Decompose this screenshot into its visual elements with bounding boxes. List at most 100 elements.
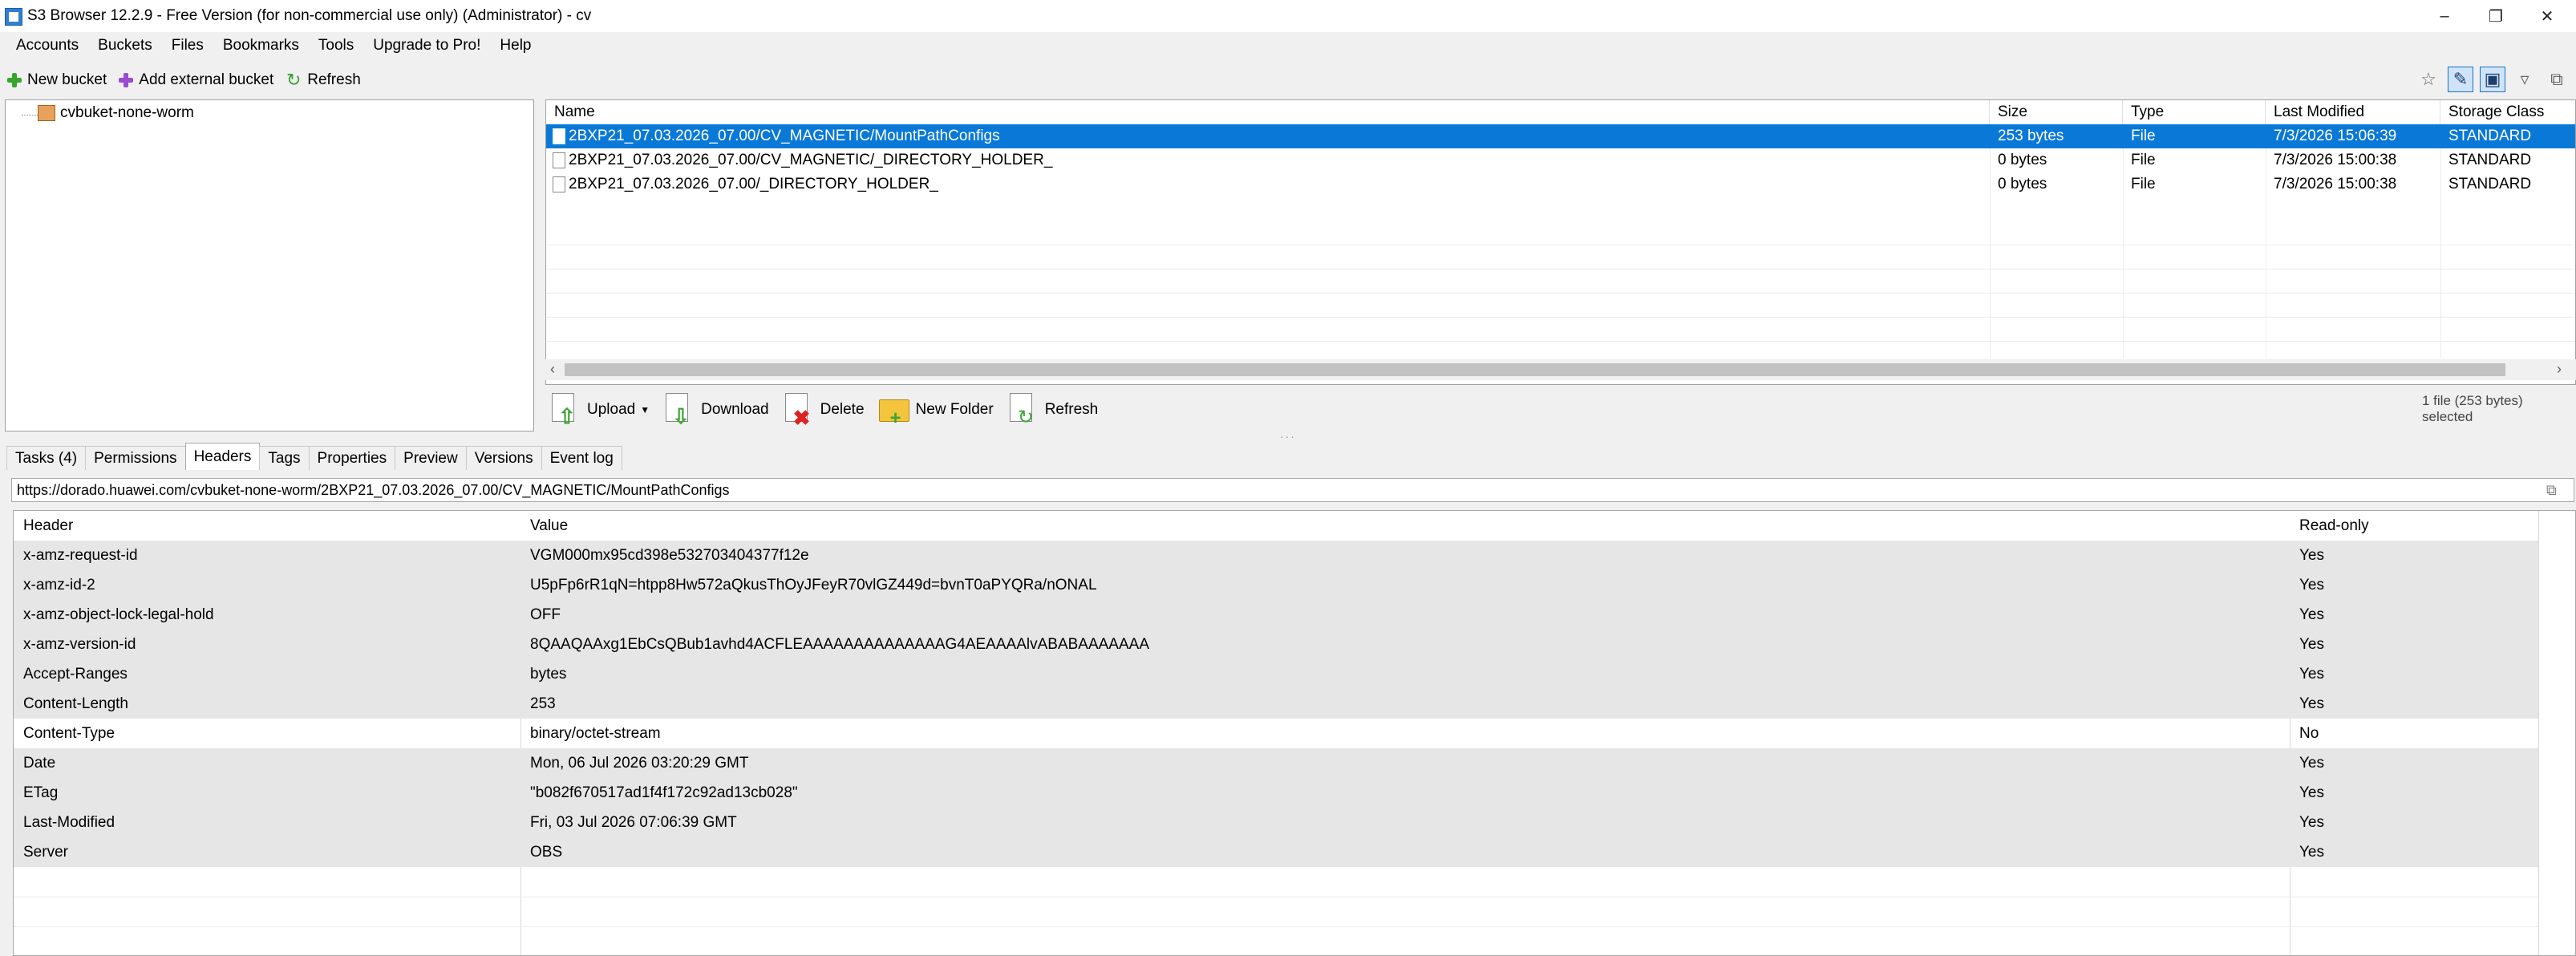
tab-event-log[interactable]: Event log <box>541 446 622 470</box>
table-row[interactable]: Server OBS Yes <box>14 837 2538 867</box>
download-button[interactable]: ⇩ Download <box>662 391 769 428</box>
add-external-bucket-button[interactable]: Add external bucket <box>118 71 273 89</box>
header-read-only: Yes <box>2299 844 2324 861</box>
file-list-header: Name Size Type Last Modified Storage Cla… <box>546 100 2575 124</box>
table-row[interactable]: x-amz-id-2 U5pFp6rR1qN=htpp8Hw572aQkusTh… <box>14 570 2538 600</box>
scroll-right-icon[interactable]: › <box>2557 361 2562 378</box>
header-value: Fri, 03 Jul 2026 07:06:39 GMT <box>530 814 737 831</box>
plus-icon <box>118 72 134 88</box>
tab-headers[interactable]: Headers <box>184 443 261 470</box>
table-row[interactable]: x-amz-object-lock-legal-hold OFF Yes <box>14 600 2538 630</box>
column-type[interactable]: Type <box>2123 100 2266 124</box>
header-value: U5pFp6rR1qN=htpp8Hw572aQkusThOyJFeyR70vl… <box>530 577 1097 593</box>
menu-accounts[interactable]: Accounts <box>6 32 88 59</box>
table-row[interactable]: Content-Type binary/octet-stream No <box>14 719 2538 748</box>
header-name: ETag <box>23 784 59 801</box>
header-value: 253 <box>530 695 556 712</box>
table-row[interactable]: Last-Modified Fri, 03 Jul 2026 07:06:39 … <box>14 808 2538 837</box>
dropdown-arrow-icon[interactable]: ▼ <box>640 404 650 415</box>
menu-upgrade[interactable]: Upgrade to Pro! <box>363 32 490 59</box>
table-row[interactable]: x-amz-request-id VGM000mx95cd398e5327034… <box>14 541 2538 570</box>
tree-item-bucket[interactable]: cvbuket-none-worm <box>60 104 194 122</box>
restore-button[interactable]: ❐ <box>2472 0 2520 32</box>
file-type: File <box>2131 176 2156 192</box>
minimize-button[interactable]: – <box>2420 0 2469 32</box>
refresh-buckets-button[interactable]: ↻ Refresh <box>285 71 361 89</box>
upload-icon: ⇧ <box>549 391 581 428</box>
table-row[interactable]: x-amz-version-id 8QAAQAAxg1EbCsQBub1avhd… <box>14 630 2538 659</box>
header-value: VGM000mx95cd398e532703404377f12e <box>530 547 809 564</box>
refresh-icon: ↻ <box>1007 391 1039 428</box>
header-value: OFF <box>530 606 561 623</box>
menu-buckets[interactable]: Buckets <box>88 32 162 59</box>
tab-tasks[interactable]: Tasks (4) <box>6 446 87 470</box>
tab-tags[interactable]: Tags <box>259 446 310 470</box>
star-icon[interactable]: ☆ <box>2416 67 2441 92</box>
url-field[interactable]: https://dorado.huawei.com/cvbuket-none-w… <box>11 478 2574 502</box>
header-read-only: No <box>2299 725 2319 742</box>
copy-icon[interactable]: ⧉ <box>2544 67 2570 92</box>
file-icon <box>553 152 565 168</box>
tab-properties[interactable]: Properties <box>308 446 396 470</box>
filter-icon[interactable]: ▿ <box>2512 67 2538 92</box>
column-storage-class[interactable]: Storage Class <box>2440 100 2575 124</box>
copy-url-icon[interactable]: ⧉ <box>2546 482 2564 498</box>
column-last-modified[interactable]: Last Modified <box>2266 100 2440 124</box>
file-name: 2BXP21_07.03.2026_07.00/CV_MAGNETIC/_DIR… <box>569 152 1053 168</box>
column-read-only[interactable]: Read-only <box>2290 511 2369 541</box>
file-row[interactable]: 2BXP21_07.03.2026_07.00/CV_MAGNETIC/_DIR… <box>546 148 2575 172</box>
header-read-only: Yes <box>2299 666 2324 683</box>
header-value: "b082f670517ad1f4f172c92ad13cb028" <box>530 784 798 801</box>
upload-label: Upload <box>587 401 636 418</box>
delete-icon: ✖ <box>782 391 814 428</box>
column-name[interactable]: Name <box>546 100 1990 124</box>
file-type: File <box>2131 128 2156 144</box>
refresh-files-button[interactable]: ↻ Refresh <box>1007 391 1098 428</box>
column-header[interactable]: Header <box>14 511 73 541</box>
url-text: https://dorado.huawei.com/cvbuket-none-w… <box>17 482 730 498</box>
new-folder-button[interactable]: + New Folder <box>877 391 994 429</box>
new-bucket-label: New bucket <box>27 71 107 88</box>
menu-bookmarks[interactable]: Bookmarks <box>213 32 309 59</box>
headers-table: Header Value Read-only x-amz-request-id … <box>13 510 2576 956</box>
file-name: 2BXP21_07.03.2026_07.00/_DIRECTORY_HOLDE… <box>569 176 938 192</box>
delete-button[interactable]: ✖ Delete <box>782 391 865 428</box>
file-size: 0 bytes <box>1998 176 2047 192</box>
horizontal-scrollbar[interactable]: ‹ › <box>545 359 2576 380</box>
file-row[interactable]: 2BXP21_07.03.2026_07.00/CV_MAGNETIC/Moun… <box>546 124 2575 148</box>
scrollbar-thumb[interactable] <box>565 363 2505 376</box>
download-icon: ⇩ <box>662 391 695 428</box>
scroll-left-icon[interactable]: ‹ <box>550 361 555 378</box>
edit-icon[interactable]: ✎ <box>2448 67 2473 92</box>
table-row[interactable]: Content-Length 253 Yes <box>14 689 2538 719</box>
header-read-only: Yes <box>2299 755 2324 772</box>
refresh-label: Refresh <box>307 71 361 88</box>
headers-table-header: Header Value Read-only <box>14 511 2538 541</box>
menu-files[interactable]: Files <box>162 32 213 59</box>
main-toolbar: New bucket Add external bucket ↻ Refresh <box>0 66 372 95</box>
file-modified: 7/3/2026 15:00:38 <box>2274 152 2397 168</box>
tab-permissions[interactable]: Permissions <box>85 446 186 470</box>
new-bucket-button[interactable]: New bucket <box>6 71 107 89</box>
view-options: ☆ ✎ ▣ ▿ ⧉ <box>2416 66 2570 93</box>
menu-tools[interactable]: Tools <box>309 32 363 59</box>
delete-label: Delete <box>820 401 865 418</box>
file-actions-bar: ⇧ Upload ▼ ⇩ Download ✖ Delete + New Fol… <box>549 388 1111 431</box>
menu-help[interactable]: Help <box>490 32 541 59</box>
table-row[interactable]: Date Mon, 06 Jul 2026 03:20:29 GMT Yes <box>14 748 2538 778</box>
close-button[interactable]: ✕ <box>2523 0 2571 32</box>
panel-icon[interactable]: ▣ <box>2480 67 2505 92</box>
splitter-handle[interactable]: ··· <box>1280 430 1296 443</box>
file-modified: 7/3/2026 15:00:38 <box>2274 176 2397 192</box>
table-row[interactable]: ETag "b082f670517ad1f4f172c92ad13cb028" … <box>14 778 2538 808</box>
column-value[interactable]: Value <box>520 511 568 541</box>
file-row[interactable]: 2BXP21_07.03.2026_07.00/_DIRECTORY_HOLDE… <box>546 172 2575 196</box>
file-icon <box>553 176 565 192</box>
column-size[interactable]: Size <box>1990 100 2123 124</box>
upload-button[interactable]: ⇧ Upload ▼ <box>549 391 650 428</box>
tab-preview[interactable]: Preview <box>395 446 467 470</box>
header-name: Content-Type <box>23 725 115 742</box>
table-row[interactable]: Accept-Ranges bytes Yes <box>14 659 2538 689</box>
bucket-icon <box>38 105 55 121</box>
tab-versions[interactable]: Versions <box>465 446 542 470</box>
